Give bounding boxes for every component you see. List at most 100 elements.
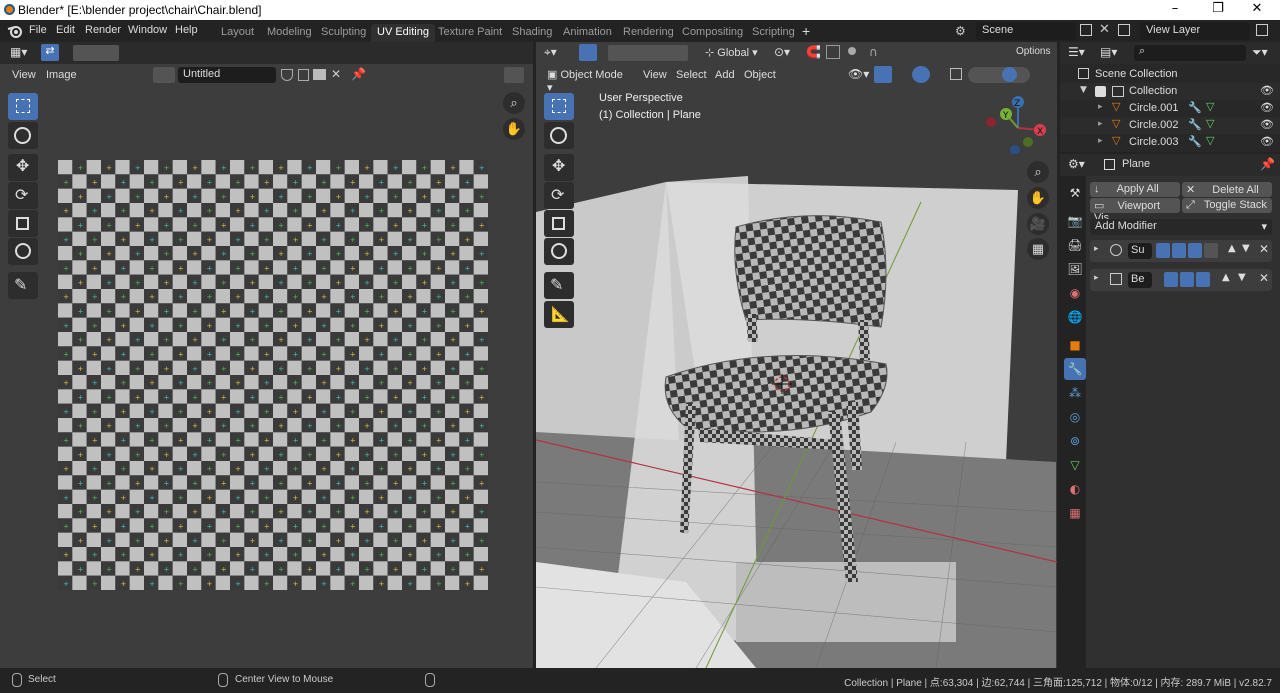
circle-002-visibility-icon[interactable]: 👁 [1260, 118, 1274, 131]
3d-viewport[interactable]: ⌖▾ ⊹ Global ▾ ⊙▾ 🧲 ∩ Options ▣ Object Mo… [536, 42, 1057, 668]
outliner-search-input[interactable]: ⌕ [1134, 45, 1246, 61]
vp-editor-type-icon[interactable]: ⌖▾ [544, 45, 557, 60]
view-layer-selector[interactable]: View Layer [1140, 22, 1250, 40]
viewport-toggle-icon[interactable] [1180, 272, 1194, 287]
properties-editor-icon[interactable]: ⚙▾ [1068, 157, 1085, 171]
options-dropdown[interactable]: Options [1012, 45, 1050, 61]
vp-menu-add[interactable]: Add [715, 69, 735, 81]
render-toggle-icon[interactable] [1172, 243, 1186, 258]
vp-tool-transform[interactable] [544, 238, 574, 265]
tool-cursor[interactable] [8, 122, 38, 149]
outliner-row-circle-001[interactable]: ▸ ▽ Circle.001 🔧 ▽ 👁 [1060, 100, 1280, 117]
viewport-toggle-icon[interactable] [1188, 243, 1202, 258]
vp-select-tool-icon[interactable] [579, 44, 597, 61]
particles-tab-icon[interactable]: ⁂ [1064, 382, 1086, 404]
modifier-expand-icon[interactable]: ▸ [1094, 273, 1099, 283]
circle-003-visibility-icon[interactable]: 👁 [1260, 135, 1274, 148]
material-tab-icon[interactable]: ◐ [1064, 478, 1086, 500]
properties-pin-icon[interactable]: 📌 [1260, 157, 1275, 171]
tool-rotate[interactable]: ⟳ [8, 182, 38, 209]
mesh-data-tab-icon[interactable]: ▽ [1064, 454, 1086, 476]
new-image-icon[interactable] [298, 69, 309, 81]
outliner-row-scene-collection[interactable]: Scene Collection [1060, 66, 1280, 83]
object-mode-dropdown[interactable]: ▣ Object Mode ▾ [543, 66, 633, 94]
move-up-icon[interactable]: ▲ [1228, 243, 1236, 254]
move-down-icon[interactable]: ▼ [1238, 272, 1246, 283]
expand-collection-icon[interactable]: ▼ [1080, 85, 1087, 95]
render-toggle-icon[interactable] [1164, 272, 1178, 287]
filter-icon[interactable]: ⏷▾ [1252, 45, 1268, 60]
close-window-button[interactable]: ✕ [1242, 1, 1272, 16]
delete-all-button[interactable]: ✕ Delete All [1182, 182, 1272, 197]
outliner[interactable]: ☰▾ ▤▾ ⌕ ⏷▾ Scene Collection ▼ Collection… [1060, 42, 1280, 152]
expand-circle-001-icon[interactable]: ▸ [1098, 102, 1103, 112]
menu-file[interactable]: File [29, 24, 47, 36]
new-scene-icon[interactable] [1080, 24, 1092, 36]
scene-tab-icon[interactable]: ◉ [1064, 282, 1086, 304]
viewport-vis-button[interactable]: ▭ Viewport Vis [1090, 198, 1180, 224]
shading-modes-icon[interactable] [968, 67, 1030, 83]
ortho-toggle-icon[interactable]: ▦ [1027, 238, 1049, 260]
tab-texture-paint[interactable]: Texture Paint [432, 24, 508, 42]
constraints-tab-icon[interactable]: ⊚ [1064, 430, 1086, 452]
cage-toggle-icon[interactable] [1204, 243, 1218, 258]
image-name-field[interactable]: Untitled [178, 67, 276, 83]
scene-icon[interactable]: ⚙ [955, 24, 966, 38]
falloff-icon[interactable]: ∩ [869, 45, 878, 59]
tab-sculpting[interactable]: Sculpting [315, 24, 372, 42]
view-layer-icon[interactable] [1118, 24, 1130, 36]
circle-001-visibility-icon[interactable]: 👁 [1260, 101, 1274, 114]
modifiers-tab-icon[interactable]: 🔧 [1064, 358, 1086, 380]
properties-editor[interactable]: ⚙▾ Plane 📌 ⚒ 📷 🖨 🖼 ◉ 🌐 ■ 🔧 ⁂ ◎ ⊚ ▽ ◐ ▦ ↓… [1060, 154, 1280, 668]
add-modifier-dropdown[interactable]: Add Modifier ▾ [1090, 219, 1272, 235]
remove-scene-icon[interactable]: ✕ [1099, 22, 1110, 37]
display-channels-icon[interactable] [504, 67, 524, 83]
outliner-row-circle-003[interactable]: ▸ ▽ Circle.003 🔧 ▽ 👁 [1060, 134, 1280, 151]
navigation-gizmo[interactable]: Z X Y [983, 94, 1053, 154]
menu-edit[interactable]: Edit [56, 24, 75, 36]
minimize-button[interactable]: – [1160, 1, 1190, 16]
move-down-icon[interactable]: ▼ [1242, 243, 1250, 254]
vp-pan-icon[interactable]: ✋ [1027, 187, 1049, 209]
render-tab-icon[interactable]: 📷 [1064, 210, 1086, 232]
unlink-image-icon[interactable]: ✕ [331, 67, 341, 81]
vp-tool-move[interactable]: ✥ [544, 154, 574, 181]
snap-icon[interactable]: 🧲 [806, 45, 821, 59]
tab-uv-editing[interactable]: UV Editing [371, 24, 435, 42]
move-up-icon[interactable]: ▲ [1222, 272, 1230, 283]
vp-tool-measure[interactable]: 📐 [544, 301, 574, 328]
select-mode-icons[interactable] [73, 45, 119, 61]
uv-editor[interactable]: ▦▾ ⇄ View Image Untitled ✕ 📌 ✥ ⟳ ✎ ⌕ ✋ +… [0, 42, 533, 668]
output-tab-icon[interactable]: 🖨 [1064, 234, 1086, 256]
expand-circle-003-icon[interactable]: ▸ [1098, 136, 1103, 146]
tool-scale[interactable] [8, 210, 38, 237]
overlay-toggle-icon[interactable] [912, 66, 930, 83]
outliner-row-collection[interactable]: ▼ Collection 👁 [1060, 83, 1280, 100]
tool-move[interactable]: ✥ [8, 154, 38, 181]
vp-tool-cursor[interactable] [544, 122, 574, 149]
tool-transform[interactable] [8, 238, 38, 265]
open-image-icon[interactable] [313, 69, 326, 80]
vp-tool-annotate[interactable]: ✎ [544, 272, 574, 299]
tab-compositing[interactable]: Compositing [676, 24, 749, 42]
modifier-expand-icon[interactable]: ▸ [1094, 244, 1099, 254]
apply-all-button[interactable]: ↓ Apply All [1090, 182, 1180, 197]
modifier-name-field[interactable]: Be [1128, 272, 1152, 288]
view-layer-tab-icon[interactable]: 🖼 [1064, 258, 1086, 280]
vp-tool-rotate[interactable]: ⟳ [544, 182, 574, 209]
editmode-toggle-icon[interactable] [1196, 272, 1210, 287]
fake-user-icon[interactable] [281, 69, 293, 81]
outliner-editor-icon[interactable]: ☰▾ [1068, 45, 1085, 59]
vp-zoom-icon[interactable]: ⌕ [1027, 161, 1049, 183]
tab-shading[interactable]: Shading [506, 24, 558, 42]
tool-settings-tab-icon[interactable]: ⚒ [1064, 182, 1086, 204]
modifier-name-field[interactable]: Su [1128, 243, 1152, 259]
image-browse-icon[interactable] [153, 67, 175, 83]
tab-layout[interactable]: Layout [215, 24, 260, 42]
pin-icon[interactable]: 📌 [351, 67, 366, 81]
blender-logo-icon[interactable] [7, 24, 23, 38]
uv-menu-image[interactable]: Image [46, 69, 77, 81]
vp-select-modes-icon[interactable] [608, 45, 688, 61]
display-mode-icon[interactable]: ▤▾ [1100, 45, 1117, 59]
add-workspace-button[interactable]: + [802, 23, 810, 39]
